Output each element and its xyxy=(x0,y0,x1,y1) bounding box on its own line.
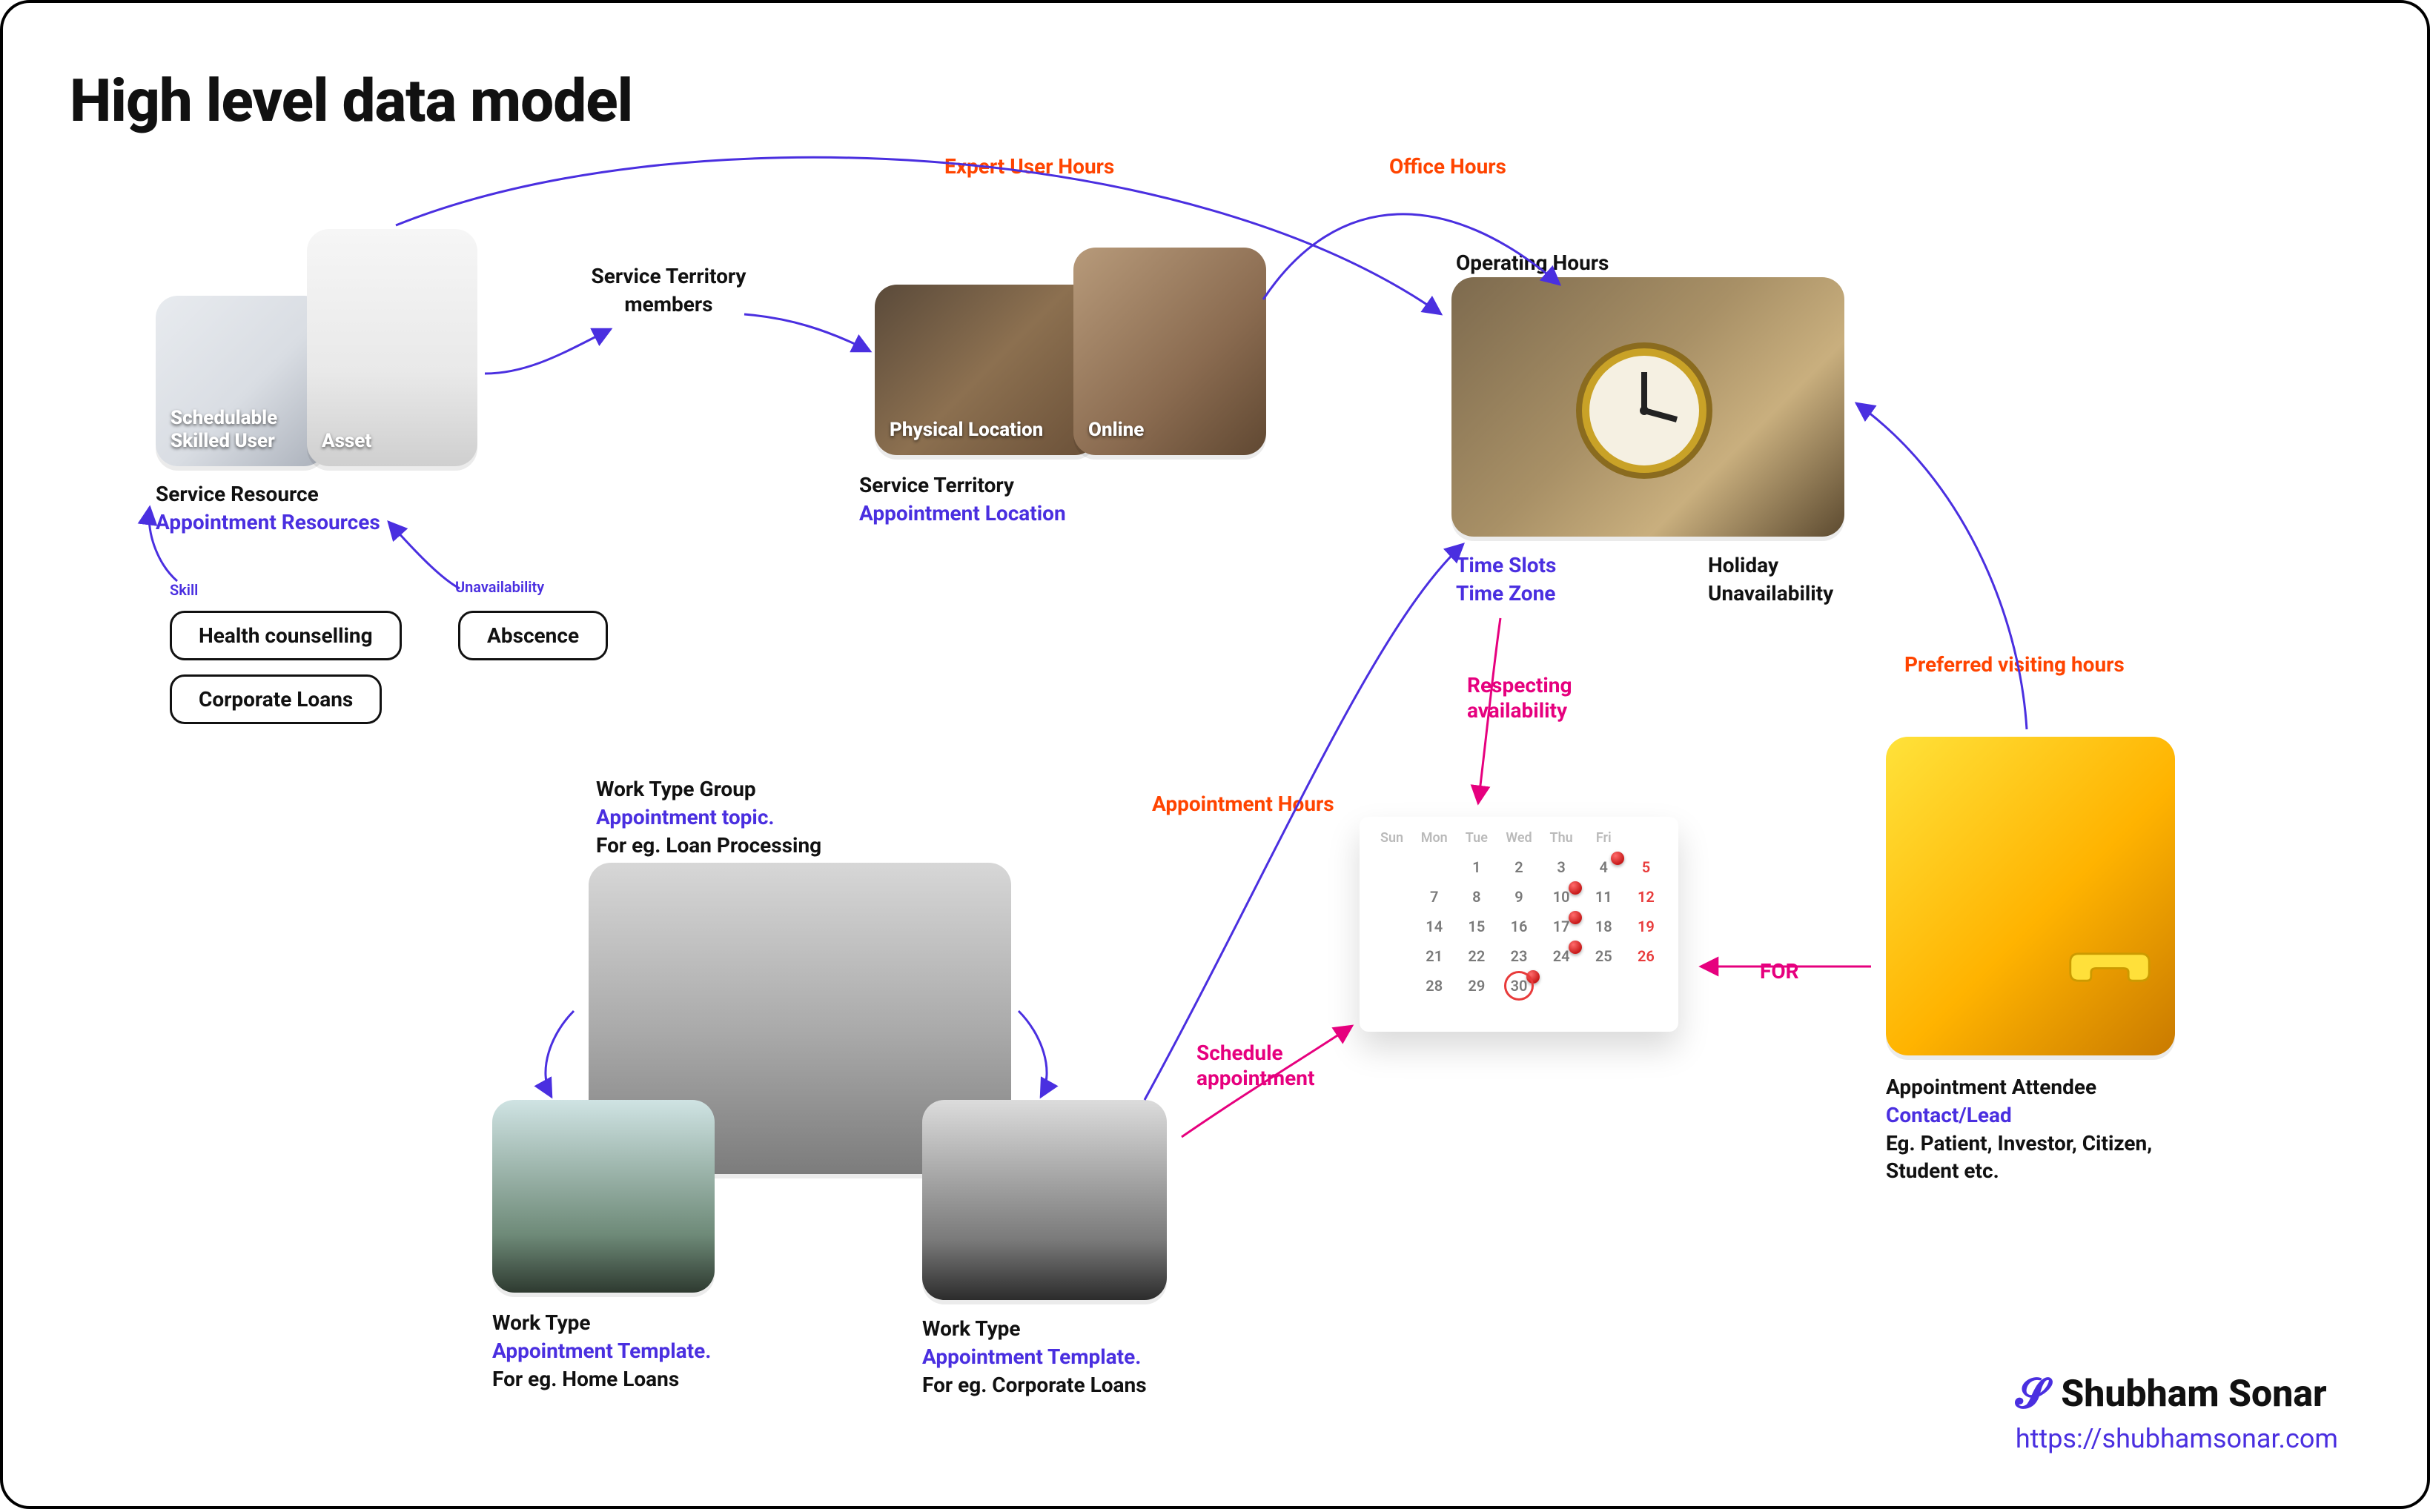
work-type-left-image xyxy=(492,1100,715,1293)
respecting-availability-label: Respecting availability xyxy=(1467,673,1600,723)
work-type-left-label: Work Type Appointment Template. For eg. … xyxy=(492,1309,711,1393)
asset-caption: Asset xyxy=(322,430,371,453)
calendar: SunMonTueWedThuFri1234578910111214151617… xyxy=(1360,817,1678,1032)
unavailability-tag: Unavailability xyxy=(455,578,544,596)
office-hours-label: Office Hours xyxy=(1389,154,1506,179)
operating-hours-image xyxy=(1451,277,1844,537)
skill-chip-loans: Corporate Loans xyxy=(170,674,382,724)
preferred-visiting-hours-label: Preferred visiting hours xyxy=(1904,652,2125,677)
attendee-image xyxy=(1886,737,2175,1055)
skilled-user-image: Schedulable Skilled User xyxy=(156,296,326,466)
expert-user-hours-label: Expert User Hours xyxy=(944,154,1114,179)
work-type-right-image xyxy=(922,1100,1167,1300)
service-territory-label: Service Territory Appointment Location xyxy=(859,471,1066,528)
operating-hours-left-labels: Time Slots Time Zone xyxy=(1456,551,1556,608)
service-territory-members-label: Service Territory members xyxy=(569,262,769,319)
page-title: High level data model xyxy=(70,66,632,136)
author-logo-icon: 𝓢 xyxy=(2016,1369,2047,1419)
service-resource-label: Service Resource Appointment Resources xyxy=(156,480,380,537)
online-caption: Online xyxy=(1088,419,1144,442)
work-type-group-label: Work Type Group Appointment topic. For e… xyxy=(596,775,821,859)
skilled-user-caption: Schedulable Skilled User xyxy=(171,407,277,453)
physical-location-caption: Physical Location xyxy=(890,419,1043,442)
attendee-label: Appointment Attendee Contact/Lead Eg. Pa… xyxy=(1886,1073,2205,1185)
physical-location-image: Physical Location xyxy=(875,285,1097,455)
online-location-image: Online xyxy=(1073,248,1266,455)
operating-hours-label: Operating Hours xyxy=(1456,249,1609,277)
schedule-appointment-label: Schedule appointment xyxy=(1196,1041,1360,1090)
for-label: FOR xyxy=(1760,959,1799,984)
absence-chip: Abscence xyxy=(458,611,608,660)
author-name: Shubham Sonar xyxy=(2061,1373,2326,1416)
author-url[interactable]: https://shubhamsonar.com xyxy=(2016,1423,2338,1454)
work-type-right-label: Work Type Appointment Template. For eg. … xyxy=(922,1315,1147,1399)
phone-icon xyxy=(2058,941,2162,1045)
skill-tag: Skill xyxy=(170,581,198,599)
operating-hours-right-labels: Holiday Unavailability xyxy=(1708,551,1833,608)
author-footer: 𝓢 Shubham Sonar https://shubhamsonar.com xyxy=(2016,1369,2338,1454)
skill-chip-health: Health counselling xyxy=(170,611,402,660)
data-model-diagram: High level data model Expert User Hours … xyxy=(0,0,2430,1509)
clock-icon xyxy=(1570,336,1718,485)
asset-image: Asset xyxy=(307,229,477,466)
appointment-hours-label: Appointment Hours xyxy=(1152,792,1334,816)
